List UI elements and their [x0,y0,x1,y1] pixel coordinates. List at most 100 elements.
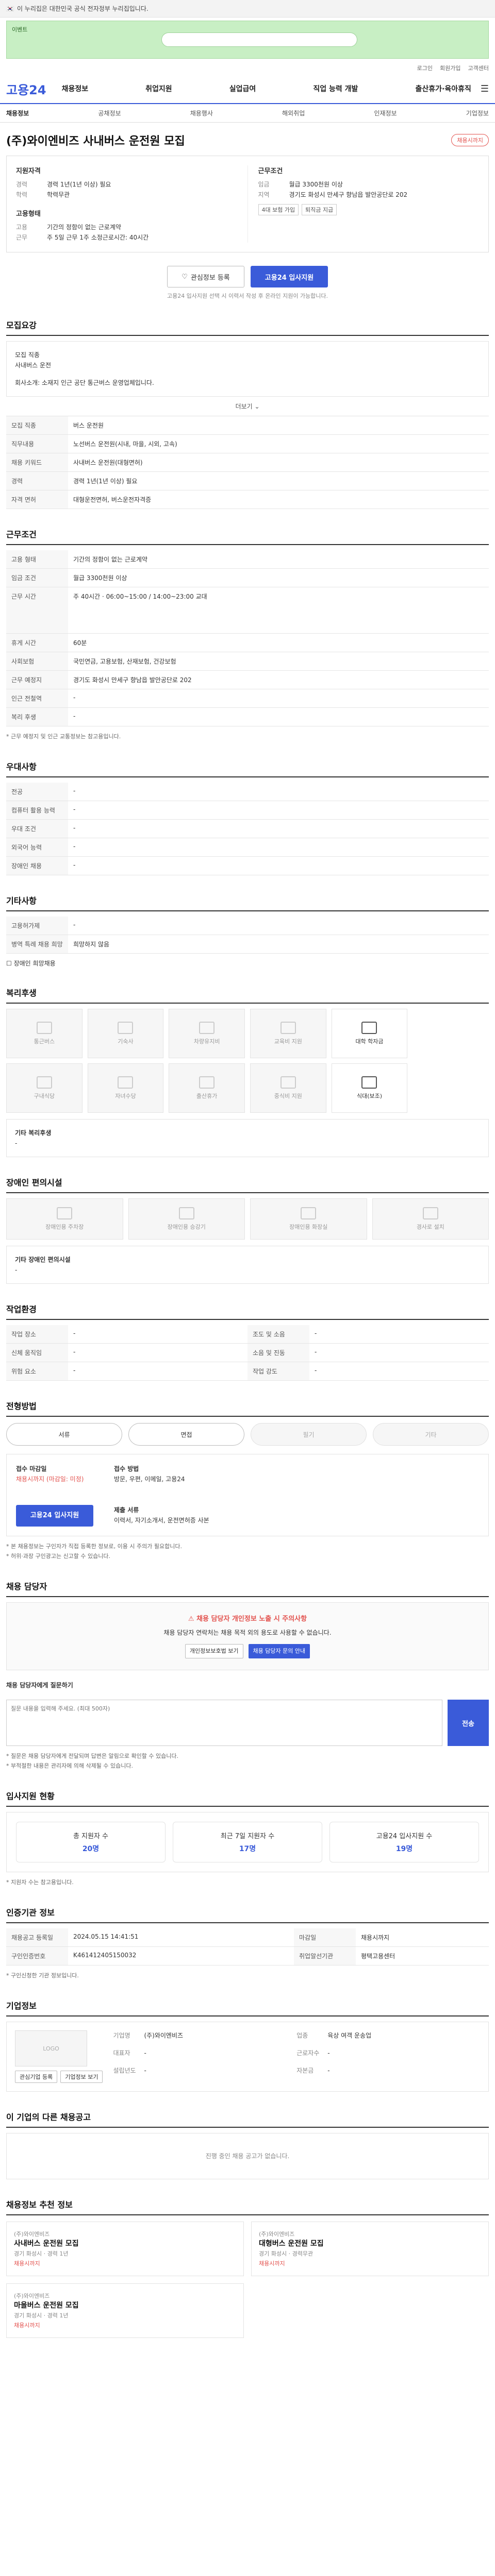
kv-value: 경기도 화성시 만세구 향남읍 발안공단로 202 [289,191,408,198]
login-link[interactable]: 로그인 [417,64,433,72]
menu-leave[interactable]: 출산휴가·육아휴직 [416,83,471,94]
welfare-label: 자녀수당 [115,1093,136,1099]
qa-input[interactable] [6,1700,442,1746]
kv-key: 근로자수 [296,2049,320,2057]
menu-support[interactable]: 취업지원 [145,83,172,94]
step-written: 필기 [251,1423,367,1446]
recommend-card[interactable]: (주)와이엔비즈 마을버스 운전원 모집 경기 화성시 · 경력 1년 채용시까지 [6,2283,244,2338]
status-badge: 채용시까지 [451,134,489,146]
stat-card: 최근 7일 지원자 수 17명 [173,1822,322,1862]
deadline-title: 접수 마감일 [16,1465,47,1472]
disabled-etc-title: 기타 장애인 편의시설 [15,1256,71,1263]
welfare-label: 대학 학자금 [355,1038,384,1045]
qa-send-button[interactable]: 전송 [448,1700,489,1746]
interest-button[interactable]: ♡ 관심정보 등록 [167,266,244,287]
process-note: * 본 채용정보는 구인자가 직접 등록한 정보로, 이용 시 주의가 필요합니… [6,1543,182,1550]
row-value: 경기도 화성시 만세구 향남읍 발안공단로 202 [68,670,489,689]
site-logo[interactable]: 고용24 [6,80,46,98]
kv-row: 경력 경력 1년(1년 이상) 필요 [16,179,237,190]
privacy-law-button[interactable]: 개인정보보호법 보기 [185,1644,243,1658]
section-welfare: 복리후생 통근버스 기숙사 차량유지비 교육비 지원 대학 학자금 구내식당 자… [6,986,489,1157]
etc-check[interactable]: ☐ 장애인 희망채용 [6,959,489,968]
car-icon [199,1022,215,1034]
row-key: 채용공고 등록일 [6,1928,68,1947]
deadline-value: 채용시까지 (마감일: 미정) [16,1476,84,1483]
kv-row: 학력 학력무관 [16,190,237,200]
apply-button-2[interactable]: 고용24 입사지원 [16,1505,93,1527]
menu-jobs[interactable]: 채용정보 [62,83,89,94]
welfare-grid: 통근버스 기숙사 차량유지비 교육비 지원 대학 학자금 구내식당 자녀수당 출… [6,1009,489,1113]
page-title: (주)와이엔비즈 사내버스 운전원 모집 [6,135,185,148]
welfare-etc-title: 기타 복리후생 [15,1129,52,1137]
stat-label: 총 지원자 수 [73,1833,109,1840]
section-agency: 인증기관 정보 채용공고 등록일 2024.05.15 14:41:51 마감일 채용… [6,1906,489,1980]
method-value: 방문, 우편, 이메일, 고용24 [114,1476,185,1483]
util-nav: 로그인 회원가입 고객센터 [0,62,495,74]
work-note: * 근무 예정지 및 인근 교통정보는 참고용입니다. [6,733,121,740]
row-value: - [68,783,489,801]
welfare-card: 차량유지비 [169,1009,245,1058]
recommend-card[interactable]: (주)와이엔비즈 대형버스 운전원 모집 경기 화성시 · 경력무관 채용시까지 [251,2222,489,2276]
table-row: 신체 움직임 - 소음 및 진동 - [6,1343,489,1362]
elevator-icon [178,1207,194,1219]
row-value: - [68,707,489,726]
row-key: 위험 요소 [6,1362,68,1381]
table-row: 채용 키워드 사내버스 운전원(대형면허) [6,453,489,472]
subnav-item[interactable]: 채용정보 [6,109,29,117]
disabled-card: 경사로 설치 [372,1198,489,1240]
kv-value: 학력무관 [47,191,70,198]
detail-table: 모집 직종 버스 운전원 직무내용 노선버스 운전원(시내, 마을, 시외, 고속)… [6,416,489,509]
more-toggle[interactable]: 더보기 ⌄ [6,397,489,416]
menu-benefit[interactable]: 실업급여 [229,83,256,94]
contact-guide-button[interactable]: 채용 담당자 문의 안내 [248,1644,310,1658]
welfare-card: 대학 학자금 [331,1009,408,1058]
row-value: - [68,856,489,875]
recommend-card[interactable]: (주)와이엔비즈 사내버스 운전원 모집 경기 화성시 · 경력 1년 채용시까지 [6,2222,244,2276]
welfare-label: 기숙사 [118,1038,134,1045]
row-key: 병역 특례 채용 희망 [6,935,68,954]
table-row: 위험 요소 - 작업 강도 - [6,1362,489,1381]
subnav-item[interactable]: 공채정보 [98,109,121,117]
warning-icon: ⚠ [188,1615,194,1623]
kv-value: 경력 1년(1년 이상) 필요 [47,181,111,188]
alert-body: 채용 담당자 연락처는 채용 목적 외의 용도로 사용할 수 없습니다. [163,1629,332,1636]
checkbox-icon: ☐ [6,960,12,967]
hamburger-icon[interactable]: ☰ [481,83,489,94]
kv-value: - [327,2067,330,2074]
qa-label: 채용 담당자에게 질문하기 [6,1682,73,1689]
row-value: 국민연금, 고용보험, 산재보험, 건강보험 [68,652,489,671]
apply-button[interactable]: 고용24 입사지원 [251,266,328,287]
stat-value: 19명 [395,1845,413,1853]
signup-link[interactable]: 회원가입 [440,64,460,72]
process-steps: 서류 면접 필기 기타 [6,1423,489,1446]
card-sub: 경기 화성시 · 경력 1년 [14,2312,69,2319]
row-key: 자격 면허 [6,490,68,509]
company-info-button[interactable]: 기업정보 보기 [60,2071,103,2083]
stat-label: 고용24 입사지원 수 [376,1833,433,1840]
follow-company-button[interactable]: 관심기업 등록 [15,2071,58,2083]
promo-banner[interactable]: 이벤트 [6,21,489,59]
empty-message: 진행 중인 채용 공고가 없습니다. [6,2133,489,2179]
row-key: 마감일 [293,1928,356,1947]
promo-search-box[interactable] [161,32,357,47]
kv-value: (주)와이엔비즈 [144,2032,184,2039]
subnav-item[interactable]: 채용행사 [190,109,213,117]
menu-training[interactable]: 직업 능력 개발 [313,83,358,94]
subnav-item[interactable]: 기업정보 [466,109,489,117]
flag-icon: 🇰🇷 [6,5,14,12]
subnav-item[interactable]: 해외취업 [282,109,305,117]
deadline-col: 접수 마감일 채용시까지 (마감일: 미정) 고용24 입사지원 [16,1464,93,1527]
apply-notice: 고용24 입사지원 선택 시 이력서 작성 후 온라인 지원이 가능합니다. [167,293,328,299]
section-title: 입사지원 현황 [6,1789,489,1807]
card-tag: 채용시까지 [14,2322,40,2329]
kv-value: - [144,2049,146,2057]
step-other: 기타 [373,1423,489,1446]
parking-icon [57,1207,73,1219]
welfare-label: 식대(보조) [356,1093,383,1099]
more-label: 더보기 [235,403,253,410]
help-link[interactable]: 고객센터 [468,64,489,72]
kv-key: 자본금 [296,2067,314,2074]
section-title: 전형방법 [6,1399,489,1417]
row-value: - [68,1343,248,1362]
subnav-item[interactable]: 인재정보 [374,109,397,117]
